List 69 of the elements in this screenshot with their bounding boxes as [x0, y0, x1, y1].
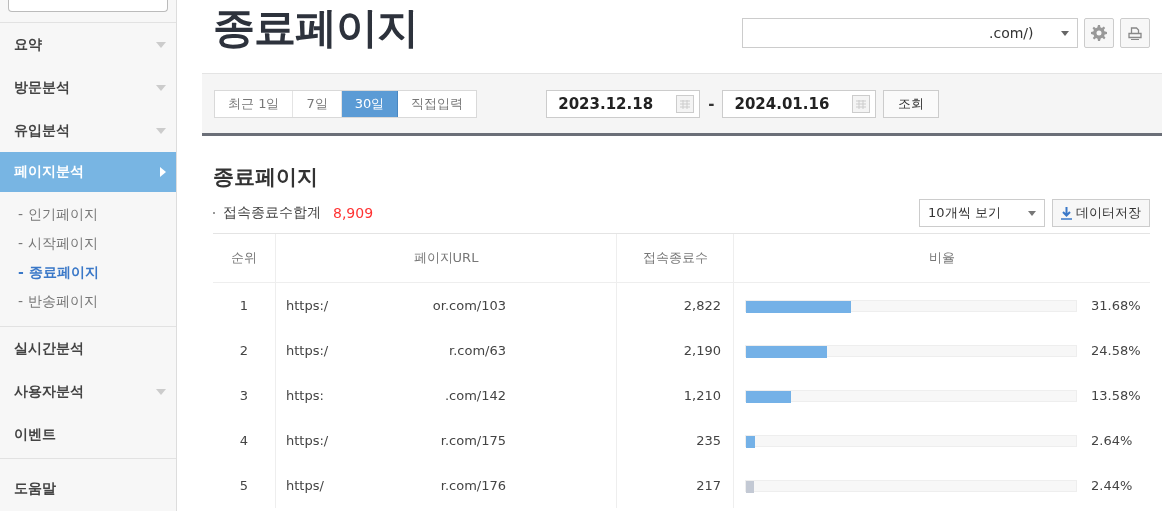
caret-down-icon [156, 41, 166, 48]
ratio-text: 24.58% [1091, 343, 1141, 358]
url-text: https/ [286, 478, 324, 493]
url-text: r.com/176 [440, 478, 506, 493]
date-separator: - [708, 94, 715, 113]
column-header: 접속종료수 [616, 233, 734, 283]
caret-down-icon [156, 84, 166, 91]
caret-down-icon [1061, 30, 1069, 36]
url-text: r.com/63 [449, 343, 506, 358]
column-header: 페이지URL [275, 233, 617, 283]
ratio-text: 31.68% [1091, 298, 1141, 313]
period-tab[interactable]: 7일 [293, 90, 342, 117]
period-tab[interactable]: 직접입력 [398, 90, 477, 117]
page-title: 종료페이지 [213, 2, 418, 54]
download-icon [1061, 206, 1072, 220]
sidebar-item[interactable]: 유입분석 [0, 109, 176, 152]
settings-button[interactable] [1084, 18, 1114, 48]
settings-icon [1091, 25, 1107, 41]
submenu-item[interactable]: - 반송페이지 [18, 287, 176, 316]
sidebar-item[interactable]: 요약 [0, 23, 176, 66]
submenu-item[interactable]: - 인기페이지 [18, 200, 176, 229]
ratio-text: 2.44% [1091, 478, 1133, 493]
site-select[interactable]: .com/) [742, 18, 1078, 48]
caret-down-icon [156, 388, 166, 395]
caret-down-icon [1028, 210, 1036, 216]
ratio-text: 2.64% [1091, 433, 1133, 448]
column-header: 비율 [733, 233, 1150, 283]
count-cell: 235 [616, 418, 734, 463]
download-button[interactable]: 데이터저장 [1052, 199, 1150, 227]
search-button[interactable]: 조회 [883, 89, 940, 118]
date-field[interactable]: 2024.01.16 [722, 89, 877, 118]
url-text: https:/ [286, 433, 329, 448]
printer-icon [1128, 26, 1142, 40]
rank-cell: 3 [213, 373, 276, 418]
url-text: .com/142 [444, 388, 506, 403]
summary-label: 접속종료수합계 [223, 204, 321, 222]
url-text: r.com/175 [440, 433, 506, 448]
count-cell: 217 [616, 463, 734, 508]
calendar-icon [676, 94, 695, 113]
url-text: https:/ [286, 298, 329, 313]
url-text: https:/ [286, 343, 329, 358]
calendar-icon [852, 94, 871, 113]
page-size-select[interactable]: 10개씩 보기 [919, 199, 1045, 227]
caret-down-icon [156, 127, 166, 134]
sidebar-item[interactable]: 방문분석 [0, 66, 176, 109]
sidebar-item[interactable]: 이벤트 [0, 413, 176, 456]
sidebar-item[interactable]: 도움말 [0, 467, 176, 510]
submenu-item[interactable]: - 시작페이지 [18, 229, 176, 258]
sidebar-item[interactable]: 사용자분석 [0, 370, 176, 413]
rank-cell: 1 [213, 282, 276, 328]
summary-value: 8,909 [333, 205, 374, 221]
rank-cell: 5 [213, 463, 276, 508]
count-cell: 2,822 [616, 282, 734, 328]
rank-cell: 4 [213, 418, 276, 463]
date-field[interactable]: 2023.12.18 [546, 89, 701, 118]
url-text: or.com/103 [432, 298, 506, 313]
sidebar-item[interactable]: 실시간분석 [0, 327, 176, 370]
print-button[interactable] [1120, 18, 1150, 48]
submenu-item[interactable]: - 종료페이지 [18, 258, 176, 287]
count-cell: 1,210 [616, 373, 734, 418]
section-title: 종료페이지 [213, 164, 319, 191]
url-text: https: [286, 388, 324, 403]
caret-right-icon [160, 167, 166, 177]
period-tab[interactable]: 최근 1일 [215, 90, 294, 117]
column-header: 순위 [213, 233, 276, 283]
ratio-text: 13.58% [1091, 388, 1141, 403]
rank-cell: 2 [213, 328, 276, 373]
search-field[interactable] [8, 0, 168, 12]
count-cell: 2,190 [616, 328, 734, 373]
